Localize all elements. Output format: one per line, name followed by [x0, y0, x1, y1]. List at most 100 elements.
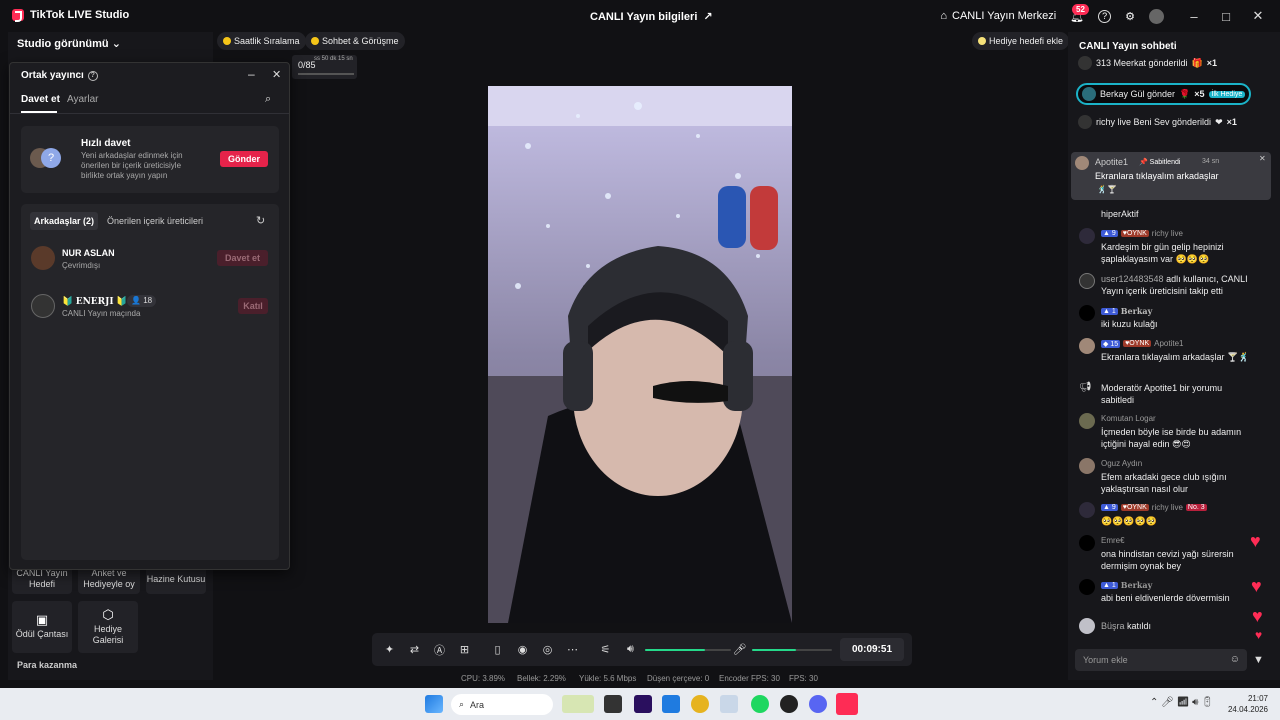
- send-button[interactable]: Gönder: [220, 151, 268, 167]
- outlook-icon[interactable]: [662, 695, 680, 713]
- message-text: Kardeşim bir gün gelip hepinizi şaplakla…: [1101, 242, 1224, 264]
- widget-icon[interactable]: [562, 695, 594, 713]
- tab-settings[interactable]: Ayarlar: [67, 94, 99, 105]
- emoji-icon[interactable]: ☺: [1230, 654, 1240, 665]
- username: Büşra: [1101, 621, 1125, 631]
- camera-icon[interactable]: ◎: [535, 643, 560, 656]
- ai-icon[interactable]: Ⓐ: [427, 642, 452, 658]
- speaker-volume-fill: [645, 649, 706, 651]
- hourly-rank-pill[interactable]: Saatlik Sıralama: [217, 32, 306, 50]
- avatar: [1079, 579, 1095, 595]
- tab-invite[interactable]: Davet et: [21, 94, 60, 105]
- share-icon: ↗: [703, 11, 713, 23]
- level-value: 9: [1111, 230, 1116, 237]
- after-effects-icon[interactable]: [634, 695, 652, 713]
- level-value: 9: [1111, 504, 1116, 511]
- home-icon: ⌂: [940, 10, 948, 22]
- join-button[interactable]: Katıl: [238, 298, 268, 314]
- filter-icon[interactable]: ▼: [1253, 654, 1264, 666]
- avatar[interactable]: [1149, 8, 1164, 24]
- close-pin-icon[interactable]: ✕: [1259, 154, 1266, 163]
- chrome-icon[interactable]: [691, 695, 709, 713]
- minimize-button[interactable]: –: [1178, 9, 1210, 24]
- help-button[interactable]: ?: [1098, 9, 1112, 23]
- fps-stat: FPS: 30: [789, 674, 818, 683]
- quick-invite-title: Hızlı davet: [81, 138, 131, 149]
- app-name: TikTok LIVE Studio: [30, 9, 130, 21]
- message-head: ▲ 1 Berkay: [1101, 580, 1152, 590]
- tab-suggested-creators[interactable]: Önerilen içerik üreticileri: [107, 216, 203, 226]
- chat-meet-pill[interactable]: Sohbet & Görüşme: [305, 32, 405, 50]
- record-icon[interactable]: ◉: [510, 643, 535, 656]
- fan-badge-text: OYNK: [1126, 230, 1147, 237]
- close-button[interactable]: ✕: [1242, 8, 1274, 24]
- quick-invite-desc: Yeni arkadaşlar edinmek için önerilen bi…: [81, 151, 183, 180]
- tray-icons[interactable]: ⌃ 🎤︎ 📶︎ 🔊︎ 🔋︎: [1150, 697, 1214, 708]
- tile-reward-bag[interactable]: ▣ Ödül Çantası: [12, 601, 72, 653]
- gift-goal-pill[interactable]: Hediye hedefi ekle: [972, 32, 1070, 50]
- capcut-icon[interactable]: [780, 695, 798, 713]
- follow-icon: [1079, 273, 1095, 289]
- gift-event: richy live Beni Sev gönderildi ❤ ×1: [1078, 115, 1237, 129]
- settings-button[interactable]: ⚙: [1125, 10, 1135, 23]
- cpu-stat: CPU: 3.89%: [461, 674, 506, 683]
- tab-friends[interactable]: Arkadaşlar (2): [34, 216, 94, 226]
- refresh-icon[interactable]: ↻: [256, 214, 265, 227]
- chat-icon: [311, 37, 319, 45]
- maximize-button[interactable]: □: [1210, 9, 1242, 24]
- username: Emre€: [1101, 536, 1125, 545]
- fan-badge: ♥OYNK: [1120, 504, 1149, 511]
- live-center-button[interactable]: ⌂ CANLI Yayın Merkezi: [940, 10, 1056, 22]
- rose-icon: 🌹: [1179, 88, 1191, 99]
- clock: 21:07 24.04.2026: [1226, 693, 1268, 715]
- fan-badge-text: OYNK: [1126, 504, 1147, 511]
- search-icon[interactable]: ⌕: [265, 93, 271, 106]
- phone-icon[interactable]: ▯: [485, 643, 510, 656]
- level-badge: ▲ 1: [1101, 307, 1118, 315]
- tile-gift-gallery[interactable]: ⬡ Hediye Galerisi: [78, 601, 138, 653]
- popup-title-text: Ortak yayıncı: [21, 70, 84, 81]
- avatar: [1079, 338, 1095, 354]
- heart-gift-icon: ❤: [1215, 116, 1223, 127]
- message-text: Ekranlara tıklayalım arkadaşlar 🍸🕺: [1101, 352, 1250, 362]
- more-icon[interactable]: ⋯: [560, 643, 585, 656]
- windows-start-icon[interactable]: [425, 695, 443, 713]
- gift-icon: 🎁: [1191, 57, 1203, 68]
- chat-message: ▲ 1 Berkay abi beni eldivenlerde dövermisi…: [1079, 579, 1264, 607]
- live-video-preview[interactable]: [488, 86, 792, 623]
- heart-icon: ♥: [1250, 531, 1261, 551]
- level-value: 15: [1110, 340, 1119, 348]
- close-popup-button[interactable]: ✕: [272, 68, 281, 81]
- heart-icon: ♥: [1252, 606, 1263, 626]
- taskbar-search[interactable]: ⌕ Ara: [451, 694, 553, 715]
- app-icon[interactable]: [720, 695, 738, 713]
- translate-icon[interactable]: ⇄: [402, 643, 427, 656]
- screen-add-icon[interactable]: ⊞: [452, 643, 477, 656]
- minimize-popup-button[interactable]: –: [248, 67, 255, 81]
- taskview-icon[interactable]: [604, 695, 622, 713]
- speaker-volume-slider[interactable]: [645, 649, 731, 651]
- fan-badge-text: OYNK: [1129, 340, 1150, 347]
- invite-button[interactable]: Davet et: [217, 250, 268, 266]
- heart-icon: ♥: [1255, 628, 1263, 642]
- comment-placeholder: Yorum ekle: [1083, 655, 1128, 665]
- mic-volume-slider[interactable]: [752, 649, 832, 651]
- message-text: abi beni eldivenlerde dövermisin: [1101, 593, 1230, 603]
- help-icon[interactable]: ?: [87, 70, 98, 81]
- studio-view-dropdown[interactable]: Studio görünümü ⌄: [17, 37, 121, 50]
- pinned-user: Apotite1: [1095, 157, 1129, 167]
- speaker-icon[interactable]: 🔊︎: [618, 643, 643, 656]
- tiktok-live-icon[interactable]: [836, 693, 858, 715]
- avatar: [1079, 618, 1095, 634]
- magic-wand-icon[interactable]: ✦: [377, 643, 402, 656]
- fan-badge: ♥OYNK: [1123, 340, 1152, 347]
- live-info-button[interactable]: CANLI Yayın bilgileri ↗: [590, 10, 713, 24]
- discord-icon[interactable]: [809, 695, 827, 713]
- chat-message: ▲ 9 ♥OYNK richy live No. 3 🥺🥺🥺🥺🥺: [1079, 502, 1264, 530]
- cohost-popup: Ortak yayıncı? – ✕ Davet et Ayarlar ⌕ ? …: [9, 62, 290, 570]
- viewer-count: 18: [143, 296, 153, 305]
- spotify-icon[interactable]: [751, 695, 769, 713]
- sliders-icon[interactable]: ⚟: [593, 643, 618, 656]
- live-timer: 00:09:51: [840, 638, 904, 661]
- comment-input[interactable]: Yorum ekle ☺: [1075, 649, 1247, 671]
